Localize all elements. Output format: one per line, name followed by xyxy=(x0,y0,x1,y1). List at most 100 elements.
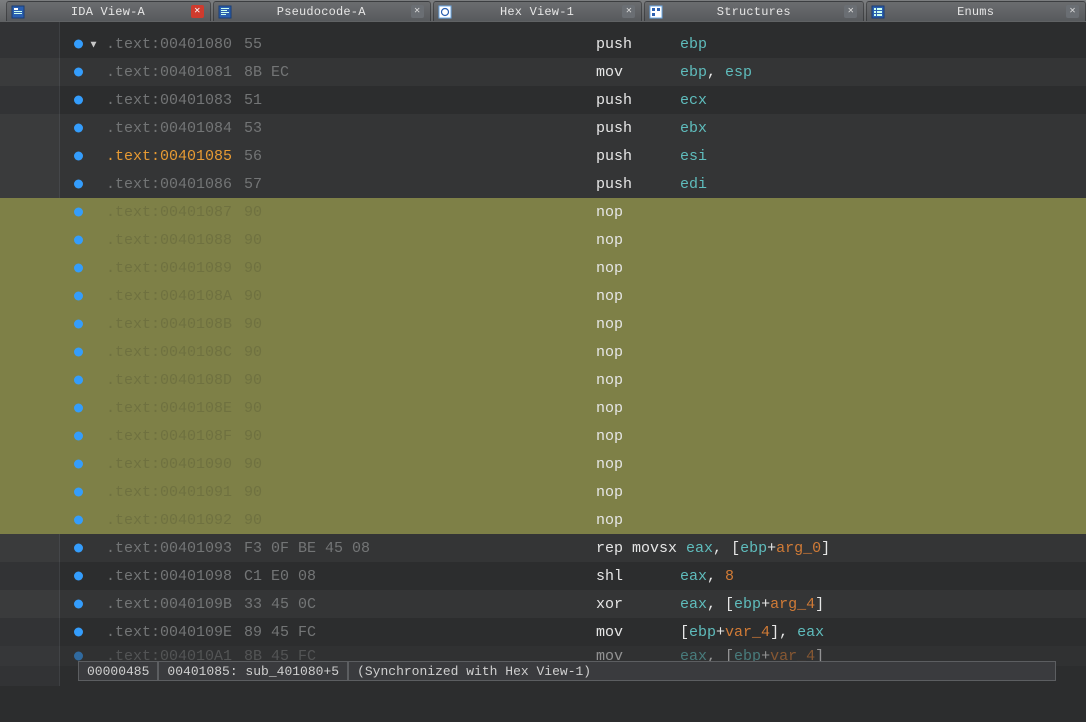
mnemonic: nop xyxy=(596,484,623,501)
bytes: 90 xyxy=(244,316,262,333)
operands: ecx xyxy=(680,92,707,109)
asm-line[interactable]: .text:0040109290nop xyxy=(0,506,1086,534)
bytes: 90 xyxy=(244,400,262,417)
mnemonic: xor xyxy=(596,596,623,613)
address: .text:0040108E xyxy=(106,400,232,417)
bytes: 90 xyxy=(244,372,262,389)
breakpoint-dot[interactable] xyxy=(74,572,83,581)
struct-icon xyxy=(649,5,663,19)
tab-ida-view-a[interactable]: IDA View-A✕ xyxy=(6,1,211,21)
breakpoint-dot[interactable] xyxy=(74,208,83,217)
breakpoint-dot[interactable] xyxy=(74,124,83,133)
close-icon[interactable]: ✕ xyxy=(844,5,857,18)
bytes: 90 xyxy=(244,428,262,445)
ida-view-icon xyxy=(11,5,25,19)
breakpoint-dot[interactable] xyxy=(74,320,83,329)
operands: edi xyxy=(680,176,707,193)
breakpoint-dot[interactable] xyxy=(74,516,83,525)
address: .text:00401092 xyxy=(106,512,232,529)
asm-line[interactable]: .text:0040108453pushebx xyxy=(0,114,1086,142)
breakpoint-dot[interactable] xyxy=(74,432,83,441)
address: .text:0040108A xyxy=(106,288,232,305)
tab-label: Enums xyxy=(891,5,1060,19)
asm-line[interactable]: .text:0040108E 90 nop xyxy=(0,394,1086,422)
mnemonic: push xyxy=(596,148,632,165)
bytes: 90 xyxy=(244,456,262,473)
breakpoint-dot[interactable] xyxy=(74,96,83,105)
asm-line[interactable]: .text:0040109190nop xyxy=(0,478,1086,506)
address: .text:0040108B xyxy=(106,316,232,333)
address: .text:0040108D xyxy=(106,372,232,389)
breakpoint-dot[interactable] xyxy=(74,68,83,77)
collapse-icon[interactable]: ▾ xyxy=(89,35,98,54)
asm-line[interactable]: .text:0040109E89 45 FCmov[ebp+var_4], ea… xyxy=(0,618,1086,646)
address: .text:00401081 xyxy=(106,64,232,81)
address: .text:00401085 xyxy=(106,148,232,165)
address: .text:00401084 xyxy=(106,120,232,137)
asm-line[interactable]: .text:0040108790nop xyxy=(0,198,1086,226)
breakpoint-dot[interactable] xyxy=(74,236,83,245)
breakpoint-dot[interactable] xyxy=(74,628,83,637)
asm-line[interactable]: .text:00401085 56 push esi xyxy=(0,142,1086,170)
asm-line[interactable]: .text:0040108D 90 nop xyxy=(0,366,1086,394)
mnemonic: nop xyxy=(596,400,623,417)
bytes: 90 xyxy=(244,484,262,501)
asm-line[interactable]: .text:00401098C1 E0 08shleax, 8 xyxy=(0,562,1086,590)
operands: esi xyxy=(680,148,707,165)
bytes: 90 xyxy=(244,232,262,249)
asm-line[interactable]: .text:0040108351pushecx xyxy=(0,86,1086,114)
mnemonic: nop xyxy=(596,344,623,361)
breakpoint-dot[interactable] xyxy=(74,544,83,553)
breakpoint-dot[interactable] xyxy=(74,40,83,49)
breakpoint-dot[interactable] xyxy=(74,292,83,301)
breakpoint-dot[interactable] xyxy=(74,460,83,469)
close-icon[interactable]: ✕ xyxy=(1066,5,1079,18)
asm-line[interactable]: .text:0040109090nop xyxy=(0,450,1086,478)
asm-line[interactable]: .text:0040109B33 45 0Cxoreax, [ebp+arg_4… xyxy=(0,590,1086,618)
breakpoint-dot[interactable] xyxy=(74,348,83,357)
breakpoint-dot[interactable] xyxy=(74,600,83,609)
asm-line[interactable]: .text:0040108657pushedi xyxy=(0,170,1086,198)
mnemonic: nop xyxy=(596,372,623,389)
mnemonic: nop xyxy=(596,204,623,221)
mnemonic: nop xyxy=(596,428,623,445)
disassembly-view[interactable]: ▾.text:0040108055pushebp.text:004010818B… xyxy=(0,22,1086,722)
asm-line[interactable]: .text:00401093F3 0F BE 45 08rep movsx ea… xyxy=(0,534,1086,562)
tab-hex-view-1[interactable]: Hex View-1✕ xyxy=(433,1,643,21)
asm-line[interactable]: .text:0040108F90nop xyxy=(0,422,1086,450)
asm-line[interactable]: .text:0040108C90nop xyxy=(0,338,1086,366)
mnemonic: push xyxy=(596,36,632,53)
mnemonic: push xyxy=(596,120,632,137)
address: .text:00401093 xyxy=(106,540,232,557)
breakpoint-dot[interactable] xyxy=(74,264,83,273)
breakpoint-dot[interactable] xyxy=(74,488,83,497)
breakpoint-dot[interactable] xyxy=(74,152,83,161)
breakpoint-dot[interactable] xyxy=(74,376,83,385)
bytes: 56 xyxy=(244,148,262,165)
operands: eax, [ebp+arg_4] xyxy=(680,596,824,613)
breakpoint-dot[interactable] xyxy=(74,180,83,189)
asm-line[interactable]: .text:0040108B 90 nop xyxy=(0,310,1086,338)
bytes: 90 xyxy=(244,512,262,529)
tab-enums[interactable]: Enums ✕ xyxy=(866,1,1086,21)
close-icon[interactable]: ✕ xyxy=(411,5,424,18)
mnemonic: nop xyxy=(596,316,623,333)
bytes: 33 45 0C xyxy=(244,596,316,613)
breakpoint-dot[interactable] xyxy=(74,404,83,413)
address: .text:00401080 xyxy=(106,36,232,53)
tab-pseudocode-a[interactable]: Pseudocode-A✕ xyxy=(213,1,431,21)
status-bar: 00000485 00401085: sub_401080+5 (Synchro… xyxy=(78,660,1056,682)
address: .text:00401087 xyxy=(106,204,232,221)
tab-structures[interactable]: Structures ✕ xyxy=(644,1,864,21)
asm-line[interactable]: .text:004010818B ECmovebp, esp xyxy=(0,58,1086,86)
asm-line[interactable]: .text:0040108A90nop xyxy=(0,282,1086,310)
hex-view-icon xyxy=(438,5,452,19)
close-icon[interactable]: ✕ xyxy=(622,5,635,18)
address: .text:0040109E xyxy=(106,624,232,641)
address: .text:00401086 xyxy=(106,176,232,193)
close-icon[interactable]: ✕ xyxy=(191,5,204,18)
asm-line[interactable]: .text:0040108890nop xyxy=(0,226,1086,254)
tab-label: Structures xyxy=(669,5,838,19)
asm-line[interactable]: .text:0040108990nop xyxy=(0,254,1086,282)
asm-line[interactable]: ▾.text:0040108055pushebp xyxy=(0,30,1086,58)
